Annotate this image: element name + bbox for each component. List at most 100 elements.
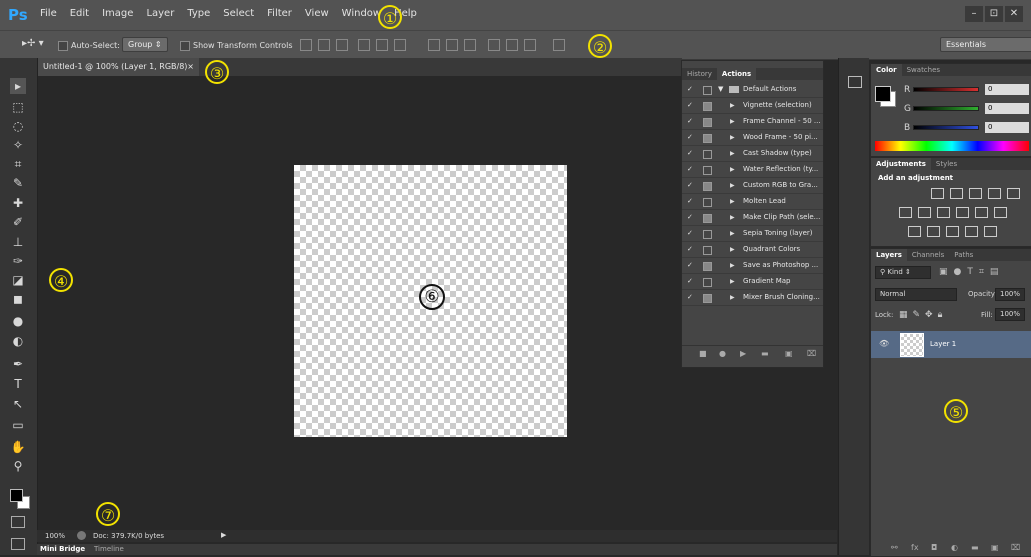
- tab-layers[interactable]: Layers: [871, 249, 907, 261]
- auto-select-dropdown[interactable]: Group ⇕: [122, 37, 168, 52]
- action-row[interactable]: ✓ ▶ Gradient Map: [682, 274, 823, 290]
- expand-triangle-icon[interactable]: ▶: [730, 226, 735, 241]
- expand-triangle-icon[interactable]: ▶: [730, 146, 735, 161]
- new-layer-icon[interactable]: ▣: [991, 543, 999, 552]
- dialog-toggle-icon[interactable]: [703, 182, 712, 191]
- tab-timeline[interactable]: Timeline: [94, 545, 124, 553]
- action-row[interactable]: ✓ ▶ Molten Lead: [682, 194, 823, 210]
- auto-select-checkbox[interactable]: [58, 41, 68, 51]
- expand-triangle-icon[interactable]: ▶: [730, 178, 735, 193]
- toggle-check-icon[interactable]: ✓: [687, 226, 693, 241]
- action-set-row[interactable]: ✓ ▼ Default Actions: [682, 82, 823, 98]
- history-panel-icon[interactable]: [848, 76, 862, 88]
- align-top-icon[interactable]: [300, 39, 312, 51]
- menu-edit[interactable]: Edit: [70, 8, 89, 19]
- move-tool-icon[interactable]: ▸: [10, 78, 26, 94]
- align-hcenter-icon[interactable]: [376, 39, 388, 51]
- layer-mask-icon[interactable]: ◘: [931, 543, 937, 552]
- action-row[interactable]: ✓ ▶ Custom RGB to Gra...: [682, 178, 823, 194]
- color-lookup-icon[interactable]: [994, 207, 1007, 218]
- toggle-check-icon[interactable]: ✓: [687, 178, 693, 193]
- menu-type[interactable]: Type: [187, 8, 210, 19]
- move-tool-preset-icon[interactable]: ▸✢ ▾: [22, 38, 44, 49]
- adjustment-layer-icon[interactable]: ◐: [951, 543, 958, 552]
- path-selection-tool-icon[interactable]: ↖: [10, 396, 26, 412]
- eyedropper-tool-icon[interactable]: ✎: [10, 175, 26, 191]
- distribute-top-icon[interactable]: [428, 39, 440, 51]
- status-info-icon[interactable]: [77, 531, 86, 540]
- menu-view[interactable]: View: [305, 8, 329, 19]
- align-bottom-icon[interactable]: [336, 39, 348, 51]
- new-action-icon[interactable]: ▣: [785, 349, 793, 358]
- threshold-icon[interactable]: [946, 226, 959, 237]
- layer-style-icon[interactable]: fx: [911, 543, 919, 552]
- fg-color-chip[interactable]: [875, 86, 891, 102]
- action-row[interactable]: ✓ ▶ Quadrant Colors: [682, 242, 823, 258]
- action-row[interactable]: ✓ ▶ Make Clip Path (sele...: [682, 210, 823, 226]
- new-set-icon[interactable]: ▬: [761, 349, 769, 358]
- action-row[interactable]: ✓ ▶ Frame Channel - 50 ...: [682, 114, 823, 130]
- menu-file[interactable]: File: [40, 8, 57, 19]
- eraser-tool-icon[interactable]: ◪: [10, 272, 26, 288]
- minimize-button[interactable]: –: [965, 6, 983, 22]
- expand-triangle-icon[interactable]: ▶: [730, 130, 735, 145]
- clone-stamp-tool-icon[interactable]: ⊥: [10, 234, 26, 250]
- dialog-toggle-icon[interactable]: [703, 230, 712, 239]
- blend-mode-dropdown[interactable]: Normal: [875, 288, 957, 301]
- gradient-map-icon[interactable]: [965, 226, 978, 237]
- levels-icon[interactable]: [950, 188, 963, 199]
- dialog-toggle-icon[interactable]: [703, 198, 712, 207]
- dodge-tool-icon[interactable]: ◐: [10, 333, 26, 349]
- play-icon[interactable]: ▶: [740, 349, 746, 358]
- channel-mixer-icon[interactable]: [975, 207, 988, 218]
- fill-field[interactable]: 100%: [995, 308, 1025, 321]
- action-row[interactable]: ✓ ▶ Cast Shadow (type): [682, 146, 823, 162]
- tab-styles[interactable]: Styles: [931, 158, 962, 170]
- document-tab[interactable]: Untitled-1 @ 100% (Layer 1, RGB/8) ×: [37, 58, 199, 76]
- expand-triangle-icon[interactable]: ▶: [730, 258, 735, 273]
- expand-triangle-icon[interactable]: ▶: [730, 162, 735, 177]
- photo-filter-icon[interactable]: [956, 207, 969, 218]
- tab-history[interactable]: History: [682, 68, 717, 80]
- layer-row[interactable]: 👁︎ Layer 1: [871, 331, 1031, 358]
- screen-mode-icon[interactable]: [11, 538, 25, 550]
- dialog-toggle-icon[interactable]: [703, 214, 712, 223]
- toggle-check-icon[interactable]: ✓: [687, 194, 693, 209]
- hand-tool-icon[interactable]: ✋: [10, 439, 26, 455]
- action-row[interactable]: ✓ ▶ Wood Frame - 50 pi...: [682, 130, 823, 146]
- visibility-eye-icon[interactable]: 👁︎: [879, 339, 889, 348]
- close-tab-icon[interactable]: ×: [187, 58, 194, 76]
- expand-triangle-icon[interactable]: ▶: [730, 290, 735, 305]
- menu-filter[interactable]: Filter: [267, 8, 292, 19]
- type-tool-icon[interactable]: T: [10, 376, 26, 392]
- close-button[interactable]: ✕: [1005, 6, 1023, 22]
- distribute-left-icon[interactable]: [488, 39, 500, 51]
- blue-slider[interactable]: [913, 125, 979, 130]
- blur-tool-icon[interactable]: ●: [10, 313, 26, 329]
- blue-value-field[interactable]: 0: [985, 122, 1029, 133]
- foreground-color-swatch[interactable]: [10, 489, 23, 502]
- toggle-check-icon[interactable]: ✓: [687, 290, 693, 305]
- brush-tool-icon[interactable]: ✐: [10, 214, 26, 230]
- restore-button[interactable]: ⊡: [985, 6, 1003, 22]
- dialog-toggle-icon[interactable]: [703, 278, 712, 287]
- dialog-toggle-icon[interactable]: [703, 246, 712, 255]
- color-spectrum-bar[interactable]: [875, 141, 1029, 151]
- expand-triangle-icon[interactable]: ▶: [730, 242, 735, 257]
- toggle-check-icon[interactable]: ✓: [687, 162, 693, 177]
- expand-triangle-icon[interactable]: ▶: [730, 194, 735, 209]
- zoom-tool-icon[interactable]: ⚲: [10, 458, 26, 474]
- menu-select[interactable]: Select: [223, 8, 254, 19]
- distribute-vcenter-icon[interactable]: [446, 39, 458, 51]
- layer-filter-dropdown[interactable]: ⚲ Kind ⇕: [875, 266, 931, 279]
- menu-image[interactable]: Image: [102, 8, 133, 19]
- healing-brush-tool-icon[interactable]: ✚: [10, 195, 26, 211]
- expand-triangle-icon[interactable]: ▶: [730, 98, 735, 113]
- auto-align-icon[interactable]: [553, 39, 565, 51]
- green-slider[interactable]: [913, 106, 979, 111]
- brightness-icon[interactable]: [931, 188, 944, 199]
- invert-icon[interactable]: [908, 226, 921, 237]
- color-balance-icon[interactable]: [918, 207, 931, 218]
- quick-mask-icon[interactable]: [11, 516, 25, 528]
- toggle-check-icon[interactable]: ✓: [687, 210, 693, 225]
